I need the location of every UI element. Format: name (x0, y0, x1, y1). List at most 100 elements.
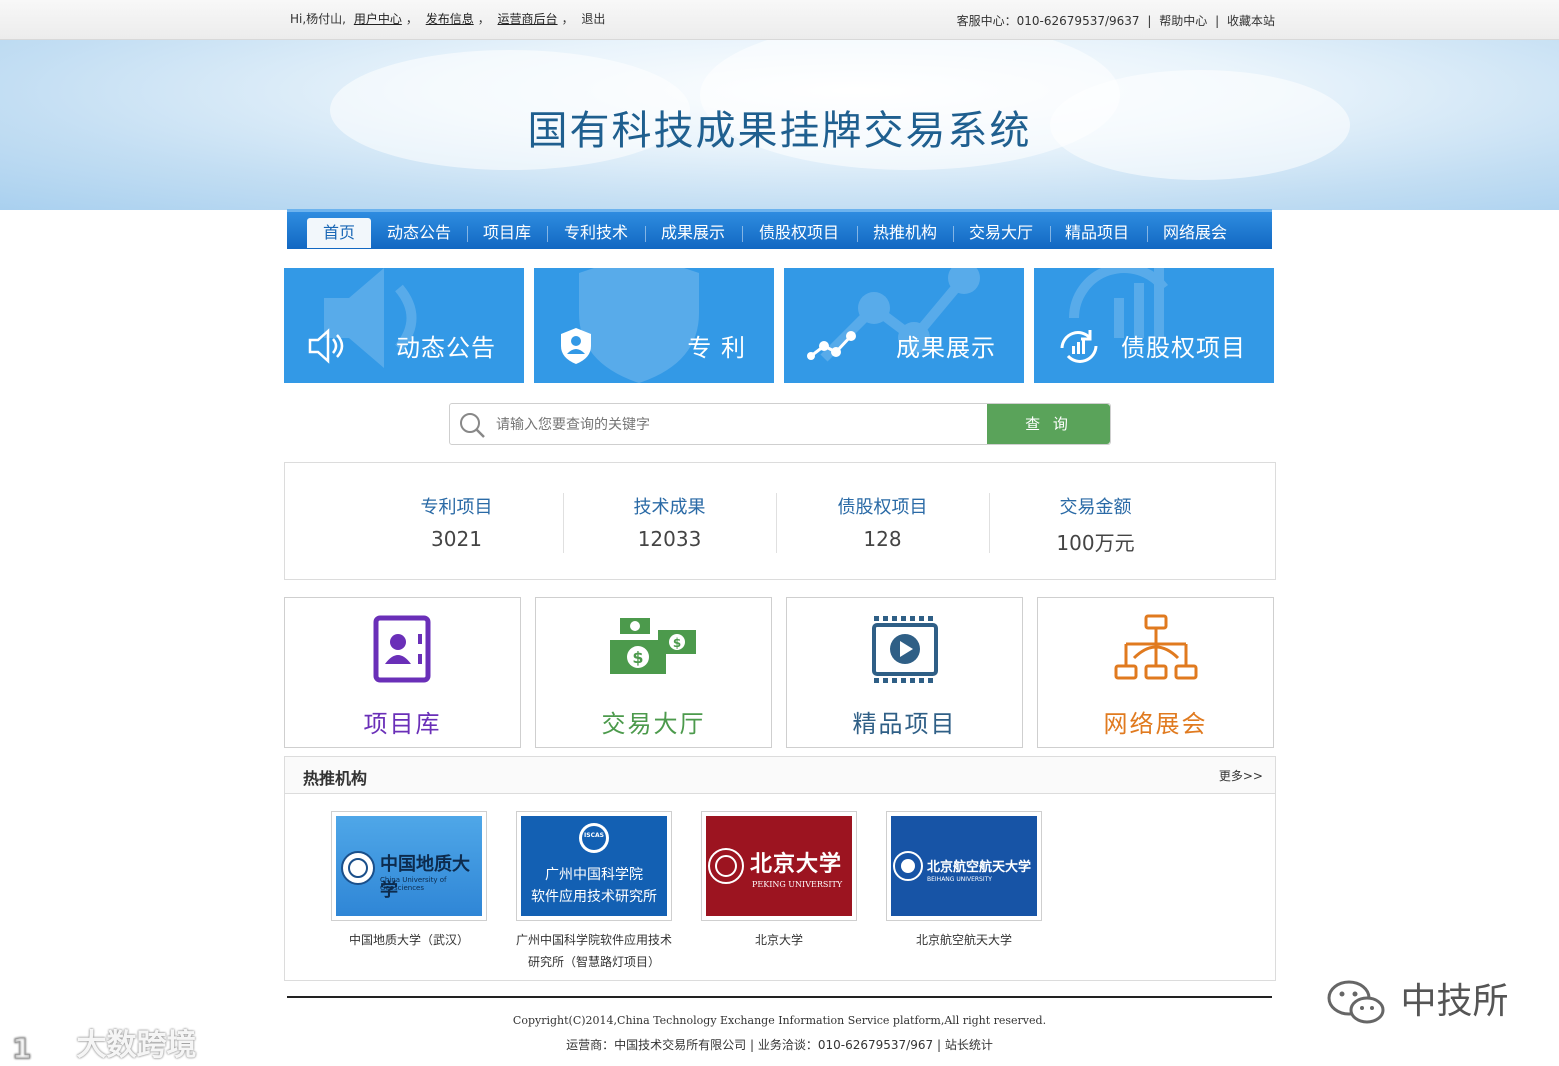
nav-item-home[interactable]: 首页 (307, 218, 371, 248)
operator-text: 运营商：中国技术交易所有限公司 (566, 1038, 747, 1052)
org-logo-text: 北京大学 (750, 851, 843, 877)
org-logo: ISCAS 广州中国科学院 软件应用技术研究所 (521, 816, 667, 916)
nav-separator (857, 226, 858, 242)
stat-title: 技术成果 (633, 497, 706, 518)
search-input[interactable] (496, 412, 976, 436)
logo-icon: 1 (12, 1031, 66, 1065)
watermark-right: 中技所 (1325, 972, 1508, 1028)
nav-item-featured[interactable]: 精品项目 (1057, 218, 1137, 248)
favorite-site-link[interactable]: 收藏本站 (1227, 14, 1275, 28)
network-graph-icon (807, 331, 856, 360)
stat-value: 128 (863, 527, 902, 551)
svg-text:$: $ (672, 636, 680, 650)
site-stats-link[interactable]: 站长统计 (945, 1038, 993, 1052)
card-trading-hall[interactable]: $ $ 交易大厅 (535, 597, 772, 748)
footer-links: 运营商：中国技术交易所有限公司 | 业务洽谈：010-62679537/967 … (0, 1036, 1559, 1053)
card-icon-wrap: $ $ (536, 614, 771, 688)
search-button[interactable]: 查 询 (987, 404, 1110, 444)
nav-item-project-library[interactable]: 项目库 (475, 218, 539, 248)
org-logo-frame[interactable]: 中国地质大学 China University of Geosciences (331, 811, 487, 921)
watermark-text: 中技所 (1400, 981, 1509, 1022)
org-logo-subtext: BEIHANG UNIVERSITY (927, 876, 992, 883)
video-play-icon (871, 616, 938, 683)
nav-item-trading-hall[interactable]: 交易大厅 (961, 218, 1041, 248)
top-bar-right: 客服中心：010-62679537/9637 | 帮助中心 | 收藏本站 (957, 12, 1279, 29)
contact-book-icon (373, 615, 430, 683)
nav-item-debt-equity[interactable]: 债股权项目 (749, 218, 849, 248)
search-box: 查 询 (449, 403, 1111, 445)
org-caption[interactable]: 北京航空航天大学 (886, 929, 1042, 951)
nav-separator (467, 226, 468, 242)
org-caption[interactable]: 北京大学 (701, 929, 857, 951)
stat-title: 交易金额 (1059, 497, 1132, 518)
org-logo-frame[interactable]: ISCAS 广州中国科学院 软件应用技术研究所 (516, 811, 672, 921)
org-logo-subtext: PEKING UNIVERSITY (752, 880, 843, 889)
card-featured[interactable]: 精品项目 (786, 597, 1023, 748)
shield-user-icon (561, 328, 591, 364)
logout-link[interactable]: 退出 (581, 12, 605, 26)
card-project-library[interactable]: 项目库 (284, 597, 521, 748)
watermark-left: 1 大数跨境 (10, 1020, 197, 1065)
nav-item-news[interactable]: 动态公告 (379, 218, 459, 248)
nav-separator (1050, 226, 1051, 242)
nav-separator (1147, 226, 1148, 242)
business-text: 业务洽谈：010-62679537/967 (757, 1038, 934, 1052)
org-logo: 中国地质大学 China University of Geosciences (336, 816, 482, 916)
site-title: 国有科技成果挂牌交易系统 (527, 108, 1032, 154)
help-center-link[interactable]: 帮助中心 (1159, 14, 1207, 28)
stat-title: 专利项目 (420, 497, 493, 518)
watermark-text: 大数跨境 (76, 1028, 197, 1063)
nav-item-online-expo[interactable]: 网络展会 (1155, 218, 1235, 248)
org-logo: 北京航空航天大学 BEIHANG UNIVERSITY (891, 816, 1037, 916)
stat-patents: 专利项目 3021 (350, 493, 563, 551)
top-bar-left: Hi,杨付山, 用户中心， 发布信息， 运营商后台， 退出 (290, 10, 609, 27)
tile-patents[interactable]: 专 利 (534, 268, 774, 383)
nav-item-achievements[interactable]: 成果展示 (653, 218, 733, 248)
separator: | (1147, 14, 1152, 28)
wechat-icon (1327, 980, 1385, 1024)
main-nav: 首页 动态公告 项目库 专利技术 成果展示 债股权项目 热推机构 交易大厅 精品… (287, 209, 1272, 249)
tile-news[interactable]: 动态公告 (284, 268, 524, 383)
hot-orgs-header: 热推机构 更多>> (285, 757, 1275, 794)
org-item[interactable]: 北京航空航天大学 BEIHANG UNIVERSITY 北京航空航天大学 (886, 811, 1042, 951)
nav-item-patents[interactable]: 专利技术 (555, 218, 637, 248)
banner: 国有科技成果挂牌交易系统 (0, 40, 1559, 210)
user-center-link[interactable]: 用户中心 (354, 12, 402, 26)
refresh-chart-icon (1060, 330, 1098, 363)
publish-info-link[interactable]: 发布信息 (426, 12, 474, 26)
stat-value: 100万元 (1056, 531, 1135, 555)
org-item[interactable]: 北京大学 PEKING UNIVERSITY 北京大学 (701, 811, 857, 951)
tile-debt-equity[interactable]: 债股权项目 (1034, 268, 1274, 383)
org-logo: 北京大学 PEKING UNIVERSITY (706, 816, 852, 916)
nav-separator (742, 226, 743, 242)
tile-label: 债股权项目 (1121, 334, 1246, 362)
more-link[interactable]: 更多>> (1219, 767, 1263, 784)
org-logo-frame[interactable]: 北京航空航天大学 BEIHANG UNIVERSITY (886, 811, 1042, 921)
footer-divider (287, 996, 1272, 998)
org-logo-frame[interactable]: 北京大学 PEKING UNIVERSITY (701, 811, 857, 921)
card-online-expo[interactable]: 网络展会 (1037, 597, 1274, 748)
separator: | (936, 1038, 941, 1052)
separator-comma: ， (477, 12, 490, 26)
org-caption[interactable]: 广州中国科学院软件应用技术研究所（智慧路灯项目） (516, 929, 672, 973)
org-item[interactable]: 中国地质大学 China University of Geosciences 中… (331, 811, 487, 951)
money-icon: $ $ (609, 618, 696, 674)
service-center-text: 客服中心：010-62679537/9637 (956, 14, 1140, 28)
stats-panel: 专利项目 3021 技术成果 12033 债股权项目 128 交易金额 100万… (284, 462, 1276, 580)
org-caption[interactable]: 中国地质大学（武汉） (331, 929, 487, 951)
separator: | (749, 1038, 755, 1052)
stat-debt-equity: 债股权项目 128 (776, 493, 989, 551)
svg-text:$: $ (632, 648, 643, 667)
org-item[interactable]: ISCAS 广州中国科学院 软件应用技术研究所 广州中国科学院软件应用技术研究所… (516, 811, 672, 973)
stat-title: 债股权项目 (837, 497, 928, 518)
nav-item-hot-orgs[interactable]: 热推机构 (865, 218, 945, 248)
separator: | (1215, 14, 1220, 28)
tile-label: 动态公告 (396, 334, 496, 362)
stat-value: 12033 (637, 527, 702, 551)
tile-achievements[interactable]: 成果展示 (784, 268, 1024, 383)
stat-value: 3021 (431, 527, 482, 551)
operator-admin-link[interactable]: 运营商后台 (498, 12, 558, 26)
nav-separator (547, 226, 548, 242)
card-label: 网络展会 (1103, 710, 1208, 738)
speaker-icon (308, 328, 344, 364)
